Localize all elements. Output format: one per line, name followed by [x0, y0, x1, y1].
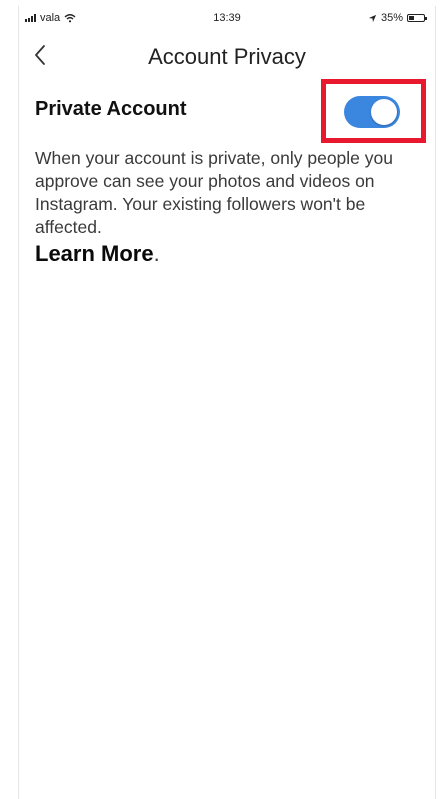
learn-more-period: . [153, 241, 160, 266]
status-right: 35% [368, 12, 427, 24]
battery-level [409, 16, 414, 20]
toggle-knob [371, 99, 397, 125]
private-account-toggle[interactable] [344, 96, 400, 128]
location-arrow-icon [368, 14, 377, 22]
private-account-row: Private Account [19, 79, 435, 143]
page-title: Account Privacy [148, 44, 306, 69]
status-bar: vala 13:39 35% [19, 6, 435, 30]
learn-more-link[interactable]: Learn More [35, 241, 154, 266]
private-account-label: Private Account [35, 98, 187, 120]
learn-more-line: Learn More. [35, 240, 160, 268]
privacy-description: When your account is private, only peopl… [35, 148, 393, 237]
app-screen: vala 13:39 35% Account Privacy Private A… [18, 6, 436, 799]
battery-icon [407, 14, 427, 22]
battery-percentage: 35% [380, 12, 403, 24]
